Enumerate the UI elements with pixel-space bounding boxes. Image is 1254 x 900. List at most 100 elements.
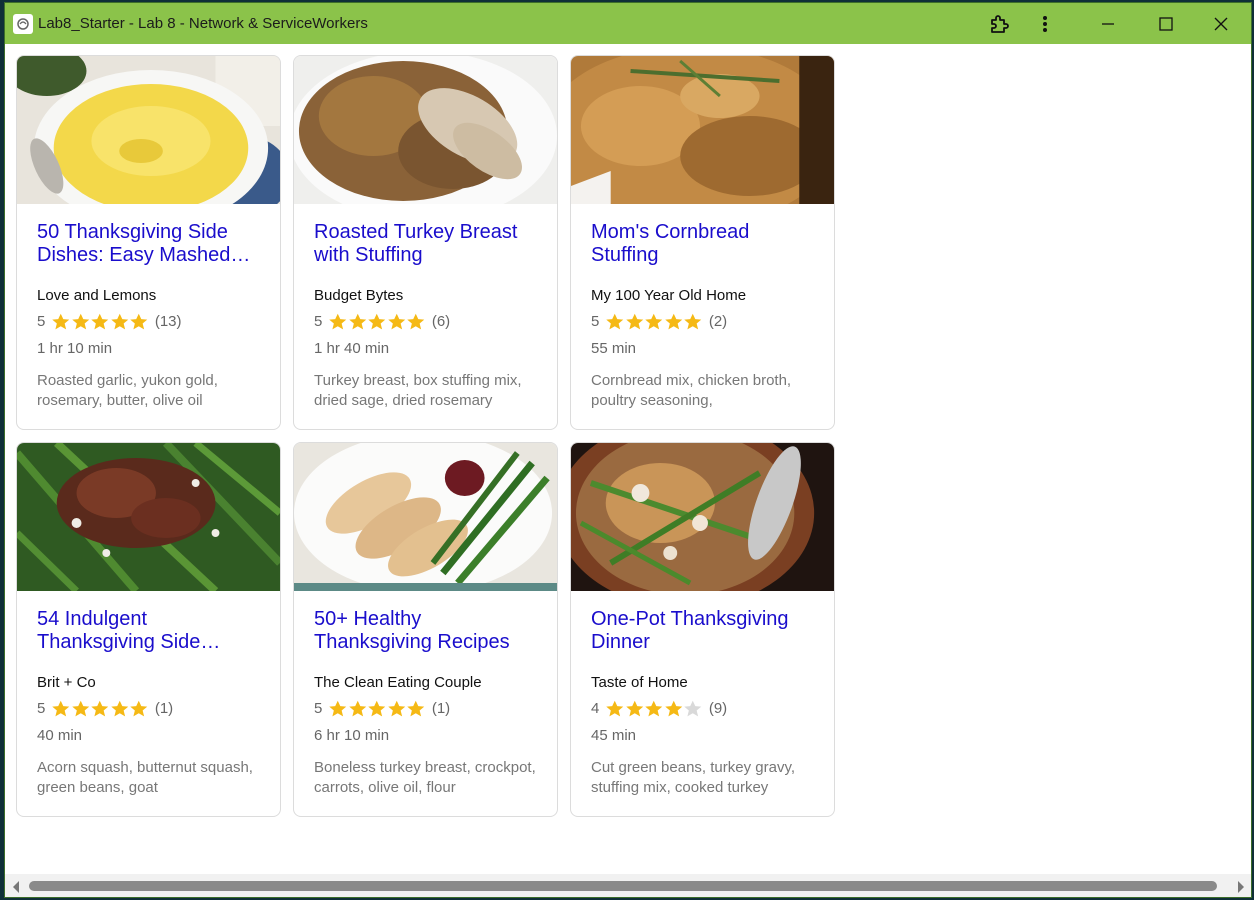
review-count: (1) (154, 700, 174, 717)
star-filled-icon (52, 313, 70, 330)
review-count: (2) (708, 313, 728, 330)
recipe-source: Brit + Co (37, 674, 96, 691)
recipe-ingredients: Acorn squash, butternut squash, green be… (37, 759, 253, 796)
more-menu-button[interactable] (1030, 3, 1060, 44)
star-filled-icon (665, 700, 683, 717)
recipe-title[interactable]: Roasted Turkey Breast with Stuffing (314, 221, 539, 267)
recipe-ingredients: Cornbread mix, chicken broth, poultry se… (591, 372, 792, 409)
recipe-title[interactable]: 50+ Healthy Thanksgiving Recipes (314, 608, 539, 654)
star-filled-icon (407, 313, 425, 330)
more-menu-icon (1043, 15, 1047, 32)
extensions-icon (991, 14, 1009, 33)
recipe-ingredients: Turkey breast, box stuffing mix, dried s… (314, 372, 522, 409)
review-count: (9) (708, 700, 728, 717)
star-rating (51, 699, 149, 718)
rating-value: 5 (314, 700, 323, 717)
star-filled-icon (388, 700, 406, 717)
recipe-rating: 5 (1) (37, 699, 173, 718)
star-filled-icon (72, 313, 90, 330)
cornbread-stuffing-image (571, 56, 834, 204)
recipe-rating: 5 (2) (591, 312, 727, 331)
rating-value: 5 (591, 313, 600, 330)
recipe-rating: 5 (6) (314, 312, 450, 331)
maximize-icon (1159, 16, 1173, 31)
scroll-right-icon (1238, 881, 1244, 893)
recipe-card[interactable]: 54 Indulgent Thanksgiving Side… Brit + C… (16, 442, 281, 817)
recipe-source: Taste of Home (591, 674, 688, 691)
star-filled-icon (407, 700, 425, 717)
scrollbar-thumb[interactable] (29, 881, 1217, 891)
recipe-title[interactable]: One-Pot Thanksgiving Dinner (591, 608, 816, 654)
star-filled-icon (645, 700, 663, 717)
scroll-right-button[interactable] (1236, 880, 1246, 894)
star-filled-icon (388, 313, 406, 330)
star-filled-icon (91, 313, 109, 330)
star-filled-icon (111, 313, 129, 330)
recipe-card[interactable]: Mom's Cornbread Stuffing My 100 Year Old… (570, 55, 835, 430)
star-filled-icon (626, 313, 644, 330)
review-count: (13) (154, 313, 182, 330)
extensions-button[interactable] (981, 3, 1017, 44)
star-rating (328, 312, 426, 331)
recipe-title[interactable]: 54 Indulgent Thanksgiving Side… (37, 608, 262, 654)
turkey-plate-image (294, 443, 557, 591)
recipe-time: 1 hr 40 min (314, 340, 390, 357)
star-empty-icon (684, 700, 702, 717)
recipe-time: 45 min (591, 727, 637, 744)
star-filled-icon (329, 700, 347, 717)
rating-value: 5 (314, 313, 323, 330)
star-filled-icon (349, 700, 367, 717)
recipe-rating: 5 (13) (37, 312, 182, 331)
recipe-rating: 4 (9) (591, 699, 727, 718)
star-filled-icon (130, 313, 148, 330)
star-filled-icon (368, 313, 386, 330)
close-button[interactable] (1198, 3, 1244, 44)
star-filled-icon (665, 313, 683, 330)
star-filled-icon (606, 313, 624, 330)
scroll-left-icon (13, 881, 19, 893)
scroll-left-button[interactable] (11, 880, 21, 894)
title-bar: Lab8_Starter - Lab 8 - Network & Service… (5, 3, 1251, 44)
star-rating (605, 312, 703, 331)
minimize-button[interactable] (1085, 3, 1131, 44)
recipe-card[interactable]: 50 Thanksgiving Side Dishes: Easy Mashed… (16, 55, 281, 430)
recipe-source: Love and Lemons (37, 287, 157, 304)
recipe-title[interactable]: Mom's Cornbread Stuffing (591, 221, 816, 267)
minimize-icon (1102, 22, 1114, 25)
recipe-card[interactable]: One-Pot Thanksgiving Dinner Taste of Hom… (570, 442, 835, 817)
star-filled-icon (130, 700, 148, 717)
rating-value: 5 (37, 700, 46, 717)
recipe-grid: 50 Thanksgiving Side Dishes: Easy Mashed… (5, 44, 1251, 874)
star-filled-icon (368, 700, 386, 717)
star-filled-icon (606, 700, 624, 717)
rating-value: 4 (591, 700, 600, 717)
recipe-source: My 100 Year Old Home (591, 287, 747, 304)
star-filled-icon (111, 700, 129, 717)
star-filled-icon (72, 700, 90, 717)
recipe-card[interactable]: 50+ Healthy Thanksgiving Recipes The Cle… (293, 442, 558, 817)
star-filled-icon (626, 700, 644, 717)
maximize-button[interactable] (1143, 3, 1189, 44)
recipe-time: 6 hr 10 min (314, 727, 390, 744)
recipe-time: 1 hr 10 min (37, 340, 113, 357)
star-rating (51, 312, 149, 331)
review-count: (1) (431, 700, 451, 717)
recipe-title[interactable]: 50 Thanksgiving Side Dishes: Easy Mashed… (37, 221, 262, 267)
review-count: (6) (431, 313, 451, 330)
star-filled-icon (684, 313, 702, 330)
star-filled-icon (52, 700, 70, 717)
app-icon (13, 14, 33, 34)
one-pot-dinner-image (571, 443, 834, 591)
recipe-ingredients: Roasted garlic, yukon gold, rosemary, bu… (37, 372, 218, 409)
mashed-potatoes-image (17, 56, 280, 204)
horizontal-scrollbar[interactable] (5, 874, 1251, 897)
rating-value: 5 (37, 313, 46, 330)
turkey-stuffing-image (294, 56, 557, 204)
recipe-time: 55 min (591, 340, 637, 357)
close-icon (1214, 17, 1228, 30)
recipe-card[interactable]: Roasted Turkey Breast with Stuffing Budg… (293, 55, 558, 430)
star-filled-icon (645, 313, 663, 330)
browser-window: Lab8_Starter - Lab 8 - Network & Service… (4, 2, 1252, 898)
recipe-ingredients: Boneless turkey breast, crockpot, carrot… (314, 759, 536, 796)
star-filled-icon (329, 313, 347, 330)
